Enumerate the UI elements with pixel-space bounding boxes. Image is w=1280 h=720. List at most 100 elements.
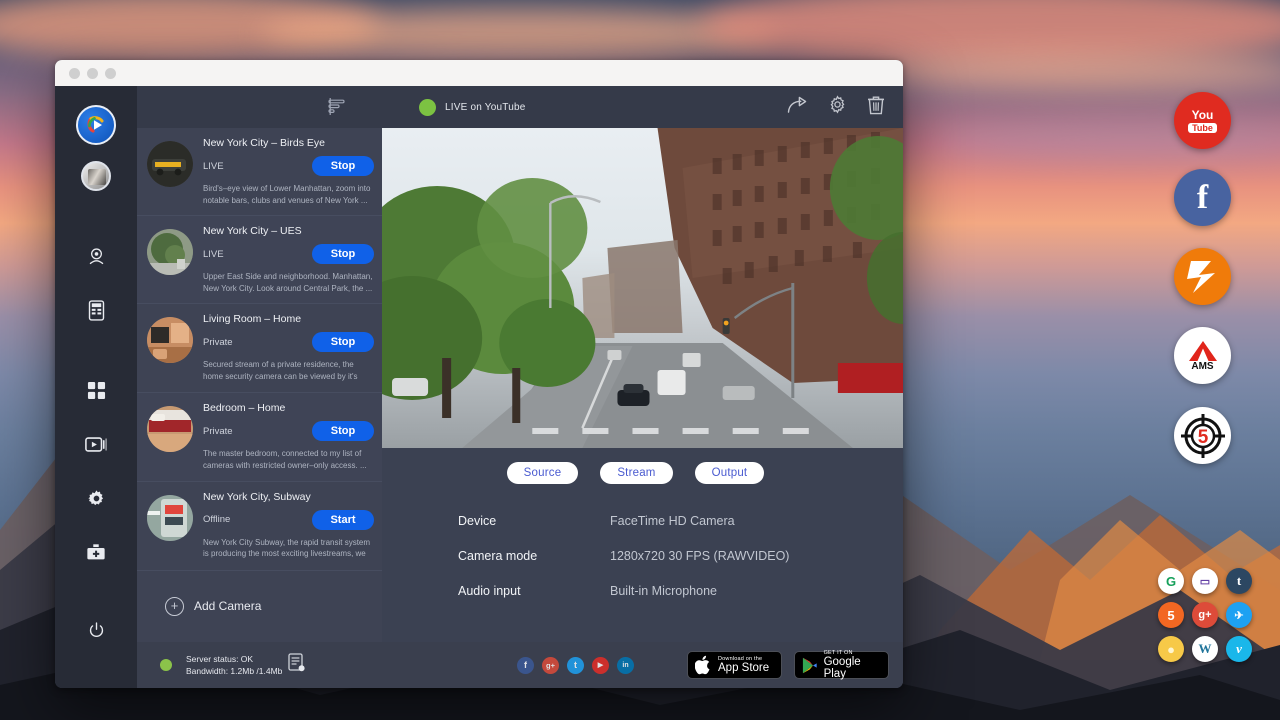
desktop-icon-five[interactable]: 5: [1158, 602, 1184, 628]
camera-action-button[interactable]: Stop: [312, 244, 374, 264]
camera-action-button[interactable]: Stop: [312, 421, 374, 441]
tab-source[interactable]: Source: [507, 462, 579, 484]
property-row: Camera mode 1280x720 30 FPS (RAWVIDEO): [458, 549, 903, 563]
subway-thumb: [147, 495, 193, 541]
youtube-icon[interactable]: ▶: [592, 657, 609, 674]
property-label: Camera mode: [458, 549, 610, 563]
list-item[interactable]: New York City, Subway Offline Start New …: [137, 482, 382, 571]
desktop-icon-facebook[interactable]: f: [1174, 169, 1231, 226]
bedroom-thumb: [147, 406, 193, 452]
cloud-streak: [0, 0, 380, 60]
twitter-icon[interactable]: t: [567, 657, 584, 674]
toolbox-plus-icon: [86, 543, 106, 562]
desktop-icon-target-five[interactable]: 5: [1174, 407, 1231, 464]
google-play-large-label: Google Play: [824, 656, 881, 680]
window-titlebar: [55, 60, 903, 86]
store-badges: Download on the App Store: [687, 651, 889, 679]
minimize-button[interactable]: [87, 68, 98, 79]
ues-thumb: [147, 229, 193, 275]
plus-circle-icon: +: [165, 597, 184, 616]
desktop-icon-sun[interactable]: ●: [1158, 636, 1184, 662]
sidebar-item-broadcast[interactable]: [72, 420, 120, 468]
app-store-button[interactable]: Download on the App Store: [687, 651, 782, 679]
sidebar-item-power[interactable]: [72, 606, 120, 654]
google-plus-icon[interactable]: g+: [542, 657, 559, 674]
list-item[interactable]: New York City – Birds Eye LIVE Stop Bird…: [137, 128, 382, 216]
facebook-icon[interactable]: f: [517, 657, 534, 674]
play-triangle-icon: [802, 656, 818, 675]
desktop-icon-wordpress[interactable]: W: [1192, 636, 1218, 662]
sidebar-item-device[interactable]: [72, 286, 120, 334]
desktop-icon-adobe-ams[interactable]: AMS: [1174, 327, 1231, 384]
camera-title: Living Room – Home: [203, 313, 374, 325]
share-button[interactable]: [787, 96, 808, 119]
list-item[interactable]: Living Room – Home Private Stop Secured …: [137, 304, 382, 393]
top-toolbar: LIVE on YouTube: [137, 86, 903, 128]
sidebar-item-add-widget[interactable]: [72, 528, 120, 576]
status-bar: Server status: OK Bandwidth: 1.2Mb /1.4M…: [137, 642, 903, 688]
camera-description: Secured stream of a private residence, t…: [203, 359, 374, 383]
live-status-indicator[interactable]: LIVE on YouTube: [419, 86, 525, 128]
camera-description: The master bedroom, connected to my list…: [203, 448, 374, 471]
desktop-icon-twitter[interactable]: ✈: [1226, 602, 1252, 628]
camera-action-button[interactable]: Stop: [312, 156, 374, 176]
apple-icon: [695, 655, 712, 675]
tab-stream[interactable]: Stream: [600, 462, 672, 484]
gear-icon: [87, 489, 106, 508]
desktop-icon-winamp[interactable]: [1174, 248, 1231, 305]
maximize-button[interactable]: [105, 68, 116, 79]
avatar-icon: [81, 161, 111, 191]
sidebar-item-app-logo[interactable]: [72, 98, 120, 146]
target-icon: 5: [1179, 412, 1227, 460]
desktop-icon-google-plus[interactable]: g+: [1192, 602, 1218, 628]
birds-eye-thumb: [147, 141, 193, 187]
grid-icon: [87, 381, 106, 400]
camera-title: New York City – UES: [203, 225, 374, 237]
close-button[interactable]: [69, 68, 80, 79]
cloud-streak: [700, 0, 1280, 68]
list-item[interactable]: Bedroom – Home Private Stop The master b…: [137, 393, 382, 481]
camera-detail-pane: Source Stream Output Device FaceTime HD …: [382, 128, 903, 642]
list-item[interactable]: New York City – UES LIVE Stop Upper East…: [137, 216, 382, 304]
camera-description: Upper East Side and neighborhood. Manhat…: [203, 271, 374, 294]
video-player-icon: [85, 436, 107, 453]
webcam-icon: [87, 247, 106, 266]
google-play-button[interactable]: GET IT ON Google Play: [794, 651, 889, 679]
linkedin-icon[interactable]: in: [617, 657, 634, 674]
sidebar-item-cameras[interactable]: [72, 232, 120, 280]
delete-button[interactable]: [867, 95, 885, 120]
adobe-a-icon: [1188, 340, 1218, 362]
document-log-icon: [288, 653, 305, 672]
app-store-large-label: App Store: [718, 662, 769, 674]
property-value: 1280x720 30 FPS (RAWVIDEO): [610, 549, 789, 563]
desktop-icon-tumblr[interactable]: t: [1226, 568, 1252, 594]
sidebar-item-grid[interactable]: [72, 366, 120, 414]
desktop-background: LIVE on YouTube: [0, 0, 1280, 720]
social-links: f g+ t ▶ in: [517, 657, 634, 674]
sidebar-item-user-avatar[interactable]: [72, 152, 120, 200]
camera-action-button[interactable]: Stop: [312, 332, 374, 352]
camera-state: Private: [203, 337, 233, 348]
property-row: Audio input Built-in Microphone: [458, 584, 903, 598]
cloud-streak: [260, 8, 780, 60]
camera-action-button[interactable]: Start: [312, 510, 374, 530]
desktop-icon-grammarly[interactable]: G: [1158, 568, 1184, 594]
sidebar-item-settings[interactable]: [72, 474, 120, 522]
log-button[interactable]: [288, 653, 305, 677]
desktop-icon-vimeo[interactable]: v: [1226, 636, 1252, 662]
tab-output[interactable]: Output: [695, 462, 765, 484]
video-preview[interactable]: [382, 128, 903, 448]
camera-list: New York City – Birds Eye LIVE Stop Bird…: [137, 128, 382, 642]
desktop-icon-youtube[interactable]: You Tube: [1174, 92, 1231, 149]
add-camera-button[interactable]: + Add Camera: [137, 571, 382, 616]
camera-state: LIVE: [203, 249, 224, 260]
app-window: LIVE on YouTube: [55, 60, 903, 688]
youtube-you-label: You: [1192, 109, 1214, 121]
sort-filter-button[interactable]: [327, 97, 347, 122]
camera-state: Private: [203, 426, 233, 437]
youtube-tube-label: Tube: [1188, 123, 1217, 133]
mobile-device-icon: [88, 300, 105, 321]
settings-button[interactable]: [828, 95, 847, 119]
desktop-icon-twitch[interactable]: ▭: [1192, 568, 1218, 594]
share-arrow-icon: [787, 96, 808, 114]
